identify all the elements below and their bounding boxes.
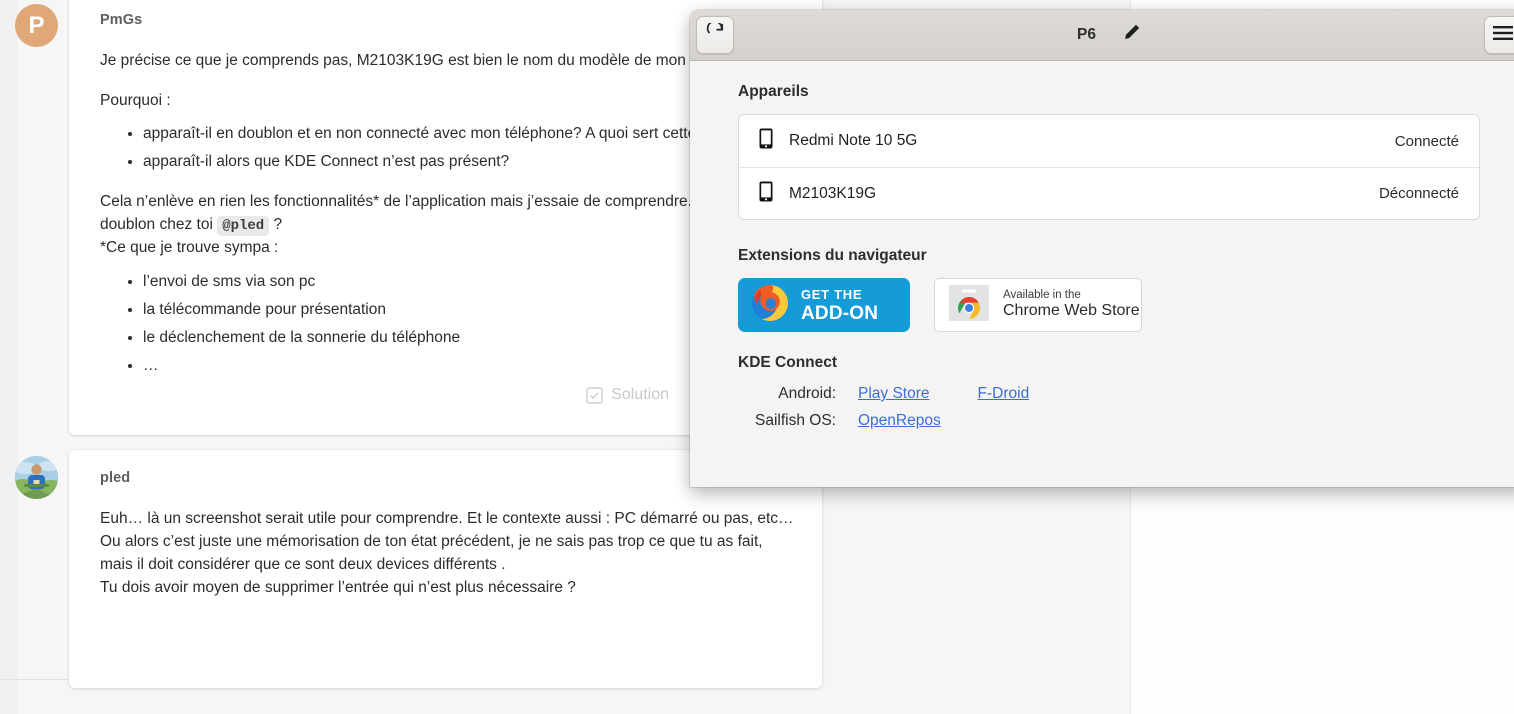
footnote-text: *Ce que je trouve sympa : xyxy=(100,238,279,256)
devices-list: Redmi Note 10 5G Connecté M2103K19G Déco… xyxy=(738,114,1480,220)
paragraph-text: doublon chez toi xyxy=(100,215,213,233)
solution-label: Solution xyxy=(611,386,669,403)
chrome-badge-line1: Available in the xyxy=(1003,289,1081,302)
device-row[interactable]: M2103K19G Déconnecté xyxy=(739,167,1479,219)
f-droid-link[interactable]: F-Droid xyxy=(978,385,1030,403)
chrome-badge-text: Available in the Chrome Web Store xyxy=(1003,289,1140,321)
android-label: Android: xyxy=(778,385,836,402)
avatar-photo xyxy=(15,456,58,499)
play-store-link[interactable]: Play Store xyxy=(858,385,930,403)
refresh-button[interactable] xyxy=(696,16,734,54)
sailfish-label: Sailfish OS: xyxy=(755,412,836,429)
kdeconnect-section: KDE Connect Android: Play Store F-Droid … xyxy=(738,354,1480,430)
extension-badges: GET THE ADD-ON Available in the Chrome W… xyxy=(738,278,1480,332)
firefox-icon xyxy=(749,282,791,329)
paragraph-text: Cela n’enlève en rien les fonctionnalité… xyxy=(100,193,692,210)
firefox-badge-text: GET THE ADD-ON xyxy=(801,288,878,323)
left-rail xyxy=(0,0,18,714)
firefox-badge-line2: ADD-ON xyxy=(801,302,879,324)
post-paragraph: Euh… là un screenshot serait utile pour … xyxy=(100,508,800,600)
solution-button[interactable]: Solution xyxy=(576,374,685,416)
firefox-addon-button[interactable]: GET THE ADD-ON xyxy=(738,278,910,332)
avatar[interactable] xyxy=(15,456,58,499)
post-content: pled Euh… là un screenshot serait utile … xyxy=(100,470,800,600)
extensions-section-title: Extensions du navigateur xyxy=(738,247,927,264)
paragraph-line: mais il doit considérer que ce sont deux… xyxy=(100,555,506,573)
chrome-badge-line2: Chrome Web Store xyxy=(1003,302,1140,320)
device-row[interactable]: Redmi Note 10 5G Connecté xyxy=(739,115,1479,167)
phone-icon xyxy=(759,128,773,154)
kdeconnect-section-title: KDE Connect xyxy=(738,354,838,371)
window-title: P6 xyxy=(1077,26,1096,43)
device-name: Redmi Note 10 5G xyxy=(789,132,918,149)
avatar-initial: P xyxy=(28,11,45,39)
device-status: Connecté xyxy=(1394,132,1459,150)
avatar[interactable]: P xyxy=(15,4,58,47)
screen: P PmGs Je précise ce que je comprends pa… xyxy=(0,0,1514,714)
titlebar-center: P6 xyxy=(690,23,1514,47)
paragraph-line: Ou alors c’est juste une mémorisation de… xyxy=(100,532,763,550)
hamburger-menu-button[interactable] xyxy=(1484,16,1514,54)
openrepos-link[interactable]: OpenRepos xyxy=(858,412,941,430)
pencil-icon[interactable] xyxy=(1122,23,1141,47)
android-links-row: Android: Play Store F-Droid xyxy=(738,385,1480,403)
hamburger-menu-icon xyxy=(1493,25,1513,45)
panel-body: Appareils Redmi Note 10 5G Connecté M210… xyxy=(690,61,1514,430)
refresh-icon xyxy=(706,20,725,47)
phone-icon xyxy=(759,181,773,207)
solution-checkbox-icon xyxy=(586,386,603,404)
paragraph-line: Tu dois avoir moyen de supprimer l’entré… xyxy=(100,578,576,596)
window-titlebar: P6 xyxy=(690,10,1514,61)
paragraph-text: ? xyxy=(273,215,283,233)
kdeconnect-window: P6 Appareils Redmi Note 10 5G Connecté M… xyxy=(690,10,1514,487)
paragraph-line: Euh… là un screenshot serait utile pour … xyxy=(100,510,794,527)
chrome-icon xyxy=(947,283,991,328)
sailfish-links-row: Sailfish OS: OpenRepos xyxy=(738,412,1480,430)
devices-section-title: Appareils xyxy=(738,83,809,100)
device-name: M2103K19G xyxy=(789,184,877,202)
chrome-webstore-button[interactable]: Available in the Chrome Web Store xyxy=(934,278,1142,332)
firefox-badge-line1: GET THE xyxy=(801,286,863,302)
user-mention[interactable]: @pled xyxy=(217,215,270,236)
device-status: Déconnecté xyxy=(1378,185,1459,202)
extensions-section: Extensions du navigateur GET THE ADD-ON … xyxy=(738,247,1480,332)
